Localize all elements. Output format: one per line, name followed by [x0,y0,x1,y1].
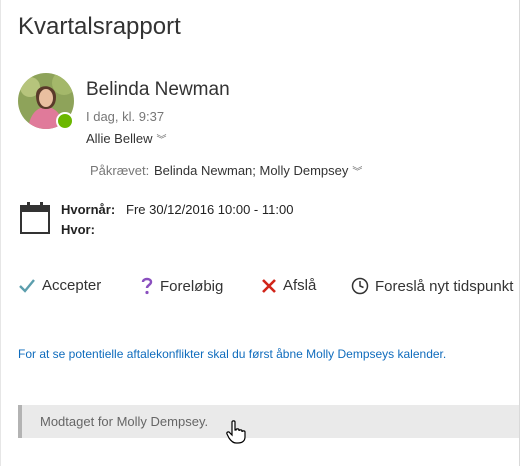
accept-label: Accepter [42,277,102,294]
chevron-down-icon[interactable]: ︾ [156,135,166,146]
clock-icon [351,277,369,295]
checkmark-icon [18,278,36,294]
meeting-title: Kvartalsrapport [18,13,181,40]
chevron-down-icon[interactable]: ︾ [352,167,362,178]
hand-pointer-icon [226,420,246,444]
status-bar: Modtaget for Molly Dempsey. [18,405,519,438]
propose-new-time-button[interactable]: Foreslå nyt tidspunkt [351,277,513,295]
question-mark-icon [140,277,154,295]
calendar-icon [20,202,50,234]
when-value: Fre 30/12/2016 10:00 - 11:00 [126,202,294,217]
tentative-label: Foreløbig [160,277,224,295]
required-attendees[interactable]: Belinda Newman; Molly Dempsey ︾ [154,163,362,178]
when-label: Hvornår: [61,202,116,217]
conflict-calendar-link[interactable]: For at se potentielle aftalekonflikter s… [18,347,446,361]
tentative-button[interactable]: Foreløbig [140,277,223,295]
recipient-to[interactable]: Allie Bellew ︾ [86,131,166,146]
decline-button[interactable]: Afslå [261,277,316,294]
where-label: Hvor: [61,222,95,237]
sent-time: I dag, kl. 9:37 [86,109,165,124]
status-text: Modtaget for Molly Dempsey. [40,414,209,429]
required-label: Påkrævet: [90,163,150,178]
decline-label: Afslå [283,277,317,294]
recipient-name: Allie Bellew [86,131,153,146]
accept-button[interactable]: Accepter [18,277,101,294]
x-icon [261,278,277,294]
propose-label: Foreslå nyt tidspunkt [375,277,514,295]
presence-available-icon [56,112,74,130]
sender-name[interactable]: Belinda Newman [86,79,230,101]
required-names: Belinda Newman; Molly Dempsey [154,163,349,178]
